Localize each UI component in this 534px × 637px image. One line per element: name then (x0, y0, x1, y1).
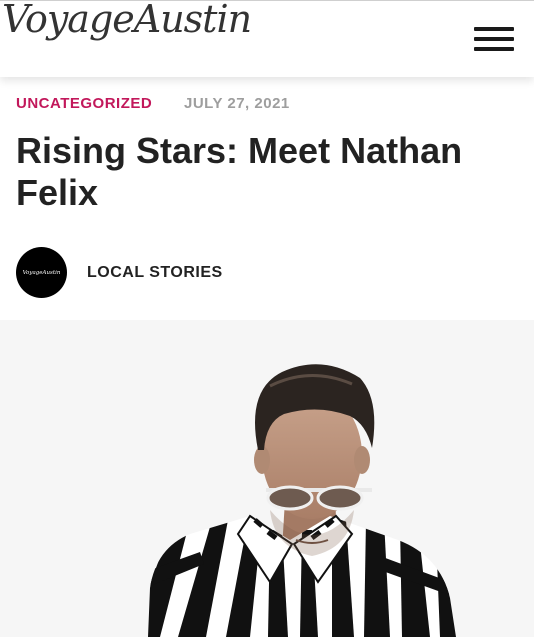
hamburger-menu-icon (474, 27, 514, 31)
avatar-logo-text: VoyageAustin (22, 269, 61, 276)
menu-button[interactable] (474, 27, 516, 53)
site-header: VoyageAustin (0, 0, 534, 77)
hero-image (0, 320, 534, 637)
article-title: Rising Stars: Meet Nathan Felix (16, 130, 463, 213)
portrait-photo (0, 320, 534, 637)
author-name[interactable]: LOCAL STORIES (87, 264, 223, 282)
author-avatar[interactable]: VoyageAustin (16, 247, 67, 298)
publish-date: JULY 27, 2021 (184, 95, 290, 112)
site-logo[interactable]: VoyageAustin (2, 0, 252, 41)
category-link[interactable]: UNCATEGORIZED (16, 95, 152, 112)
